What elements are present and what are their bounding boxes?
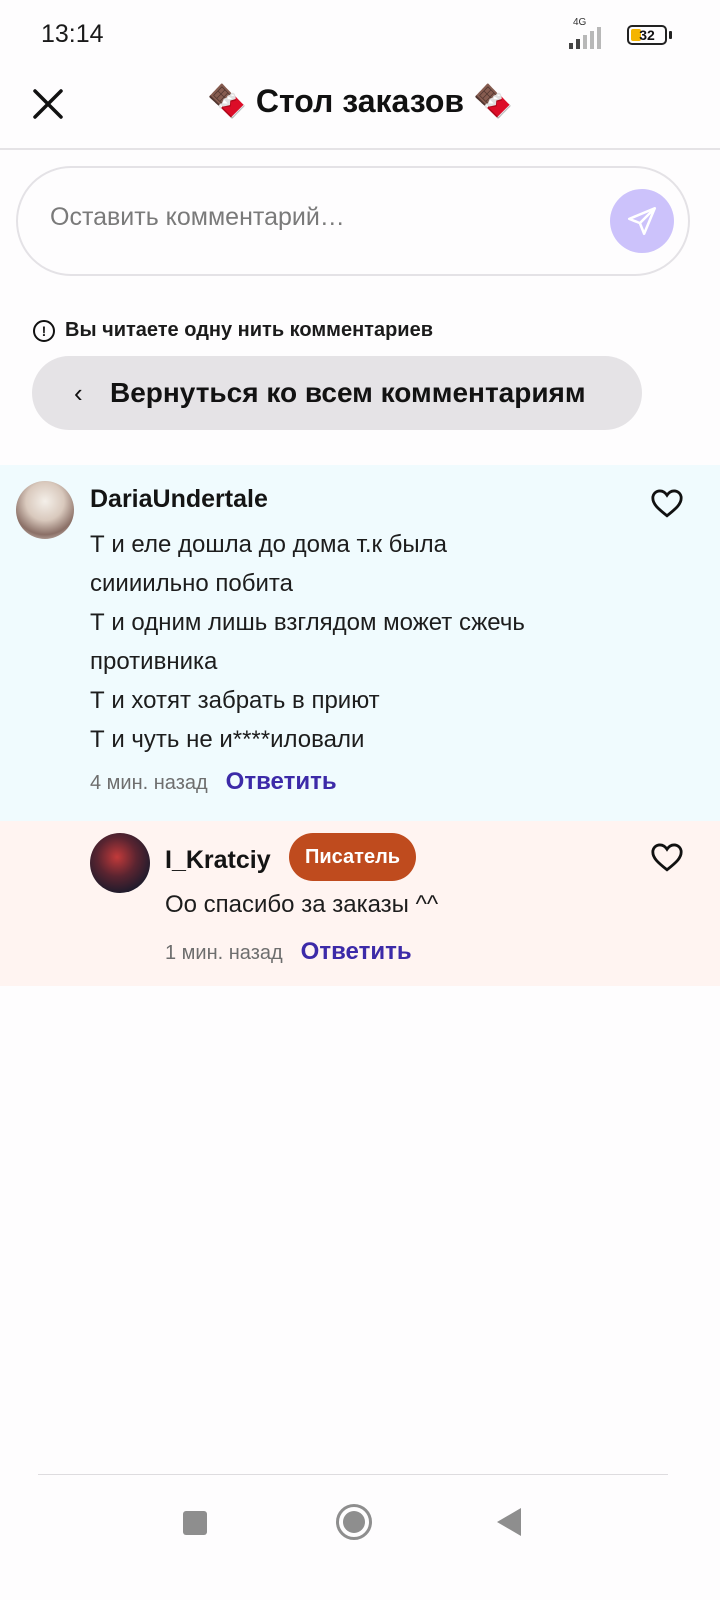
- comment-item: DariaUndertale Т и еле дошла до дома т.к…: [0, 465, 720, 821]
- comment-username[interactable]: DariaUndertale: [90, 485, 268, 514]
- thread-notice: ! Вы читаете одну нить комментариев: [33, 319, 433, 342]
- comment-meta: 1 мин. назад Ответить: [165, 938, 412, 966]
- comment-line: сиииильно побита: [90, 570, 293, 597]
- status-time: 13:14: [41, 20, 104, 48]
- comment-line: противника: [90, 648, 218, 675]
- comment-meta: 4 мин. назад Ответить: [90, 768, 337, 796]
- back-to-all-comments-button[interactable]: ‹ Вернуться ко всем комментариям: [32, 356, 642, 430]
- status-bar: 13:14 4G 32: [0, 0, 720, 70]
- comment-item: I_Kratciy Писатель Оо спасибо за заказы …: [0, 821, 720, 986]
- comment-line: Т и одним лишь взглядом может сжечь: [90, 609, 525, 636]
- recents-icon[interactable]: [183, 1511, 207, 1535]
- battery-level: 32: [639, 27, 655, 43]
- writer-badge: Писатель: [289, 833, 417, 881]
- back-button-label: Вернуться ко всем комментариям: [110, 377, 586, 408]
- battery-icon: 32: [627, 25, 667, 45]
- home-icon[interactable]: [336, 1504, 372, 1540]
- heart-icon[interactable]: [650, 487, 684, 519]
- comment-composer: [16, 166, 690, 276]
- comment-line: Т и хотят забрать в приют: [90, 687, 380, 714]
- comment-timestamp: 4 мин. назад: [90, 772, 208, 794]
- comment-text: Оо спасибо за заказы ^^: [165, 891, 439, 918]
- avatar[interactable]: [90, 833, 150, 893]
- nav-divider: [38, 1474, 668, 1475]
- info-icon: !: [33, 319, 55, 342]
- send-button[interactable]: [610, 189, 674, 253]
- status-icons: 4G 32: [569, 17, 672, 50]
- page-title: 🍫 Стол заказов 🍫: [207, 83, 513, 119]
- signal-icon: 4G: [569, 17, 617, 49]
- back-icon[interactable]: [497, 1508, 521, 1536]
- header: 🍫 Стол заказов 🍫: [0, 70, 720, 150]
- reply-button[interactable]: Ответить: [301, 938, 412, 966]
- comment-username[interactable]: I_Kratciy: [165, 846, 271, 875]
- send-icon: [627, 206, 657, 236]
- comment-timestamp: 1 мин. назад: [165, 942, 283, 964]
- chevron-left-icon: ‹: [74, 377, 83, 408]
- system-nav-bar: [0, 1474, 720, 1600]
- reply-button[interactable]: Ответить: [226, 768, 337, 796]
- thread-notice-text: Вы читаете одну нить комментариев: [65, 319, 434, 341]
- comment-text: Т и еле дошла до дома т.к была сиииильно…: [90, 525, 650, 759]
- comment-line: Т и чуть не и****иловали: [90, 726, 365, 753]
- comment-input[interactable]: [48, 202, 592, 233]
- heart-icon[interactable]: [650, 841, 684, 873]
- avatar[interactable]: [16, 481, 74, 539]
- comment-line: Т и еле дошла до дома т.к была: [90, 531, 447, 558]
